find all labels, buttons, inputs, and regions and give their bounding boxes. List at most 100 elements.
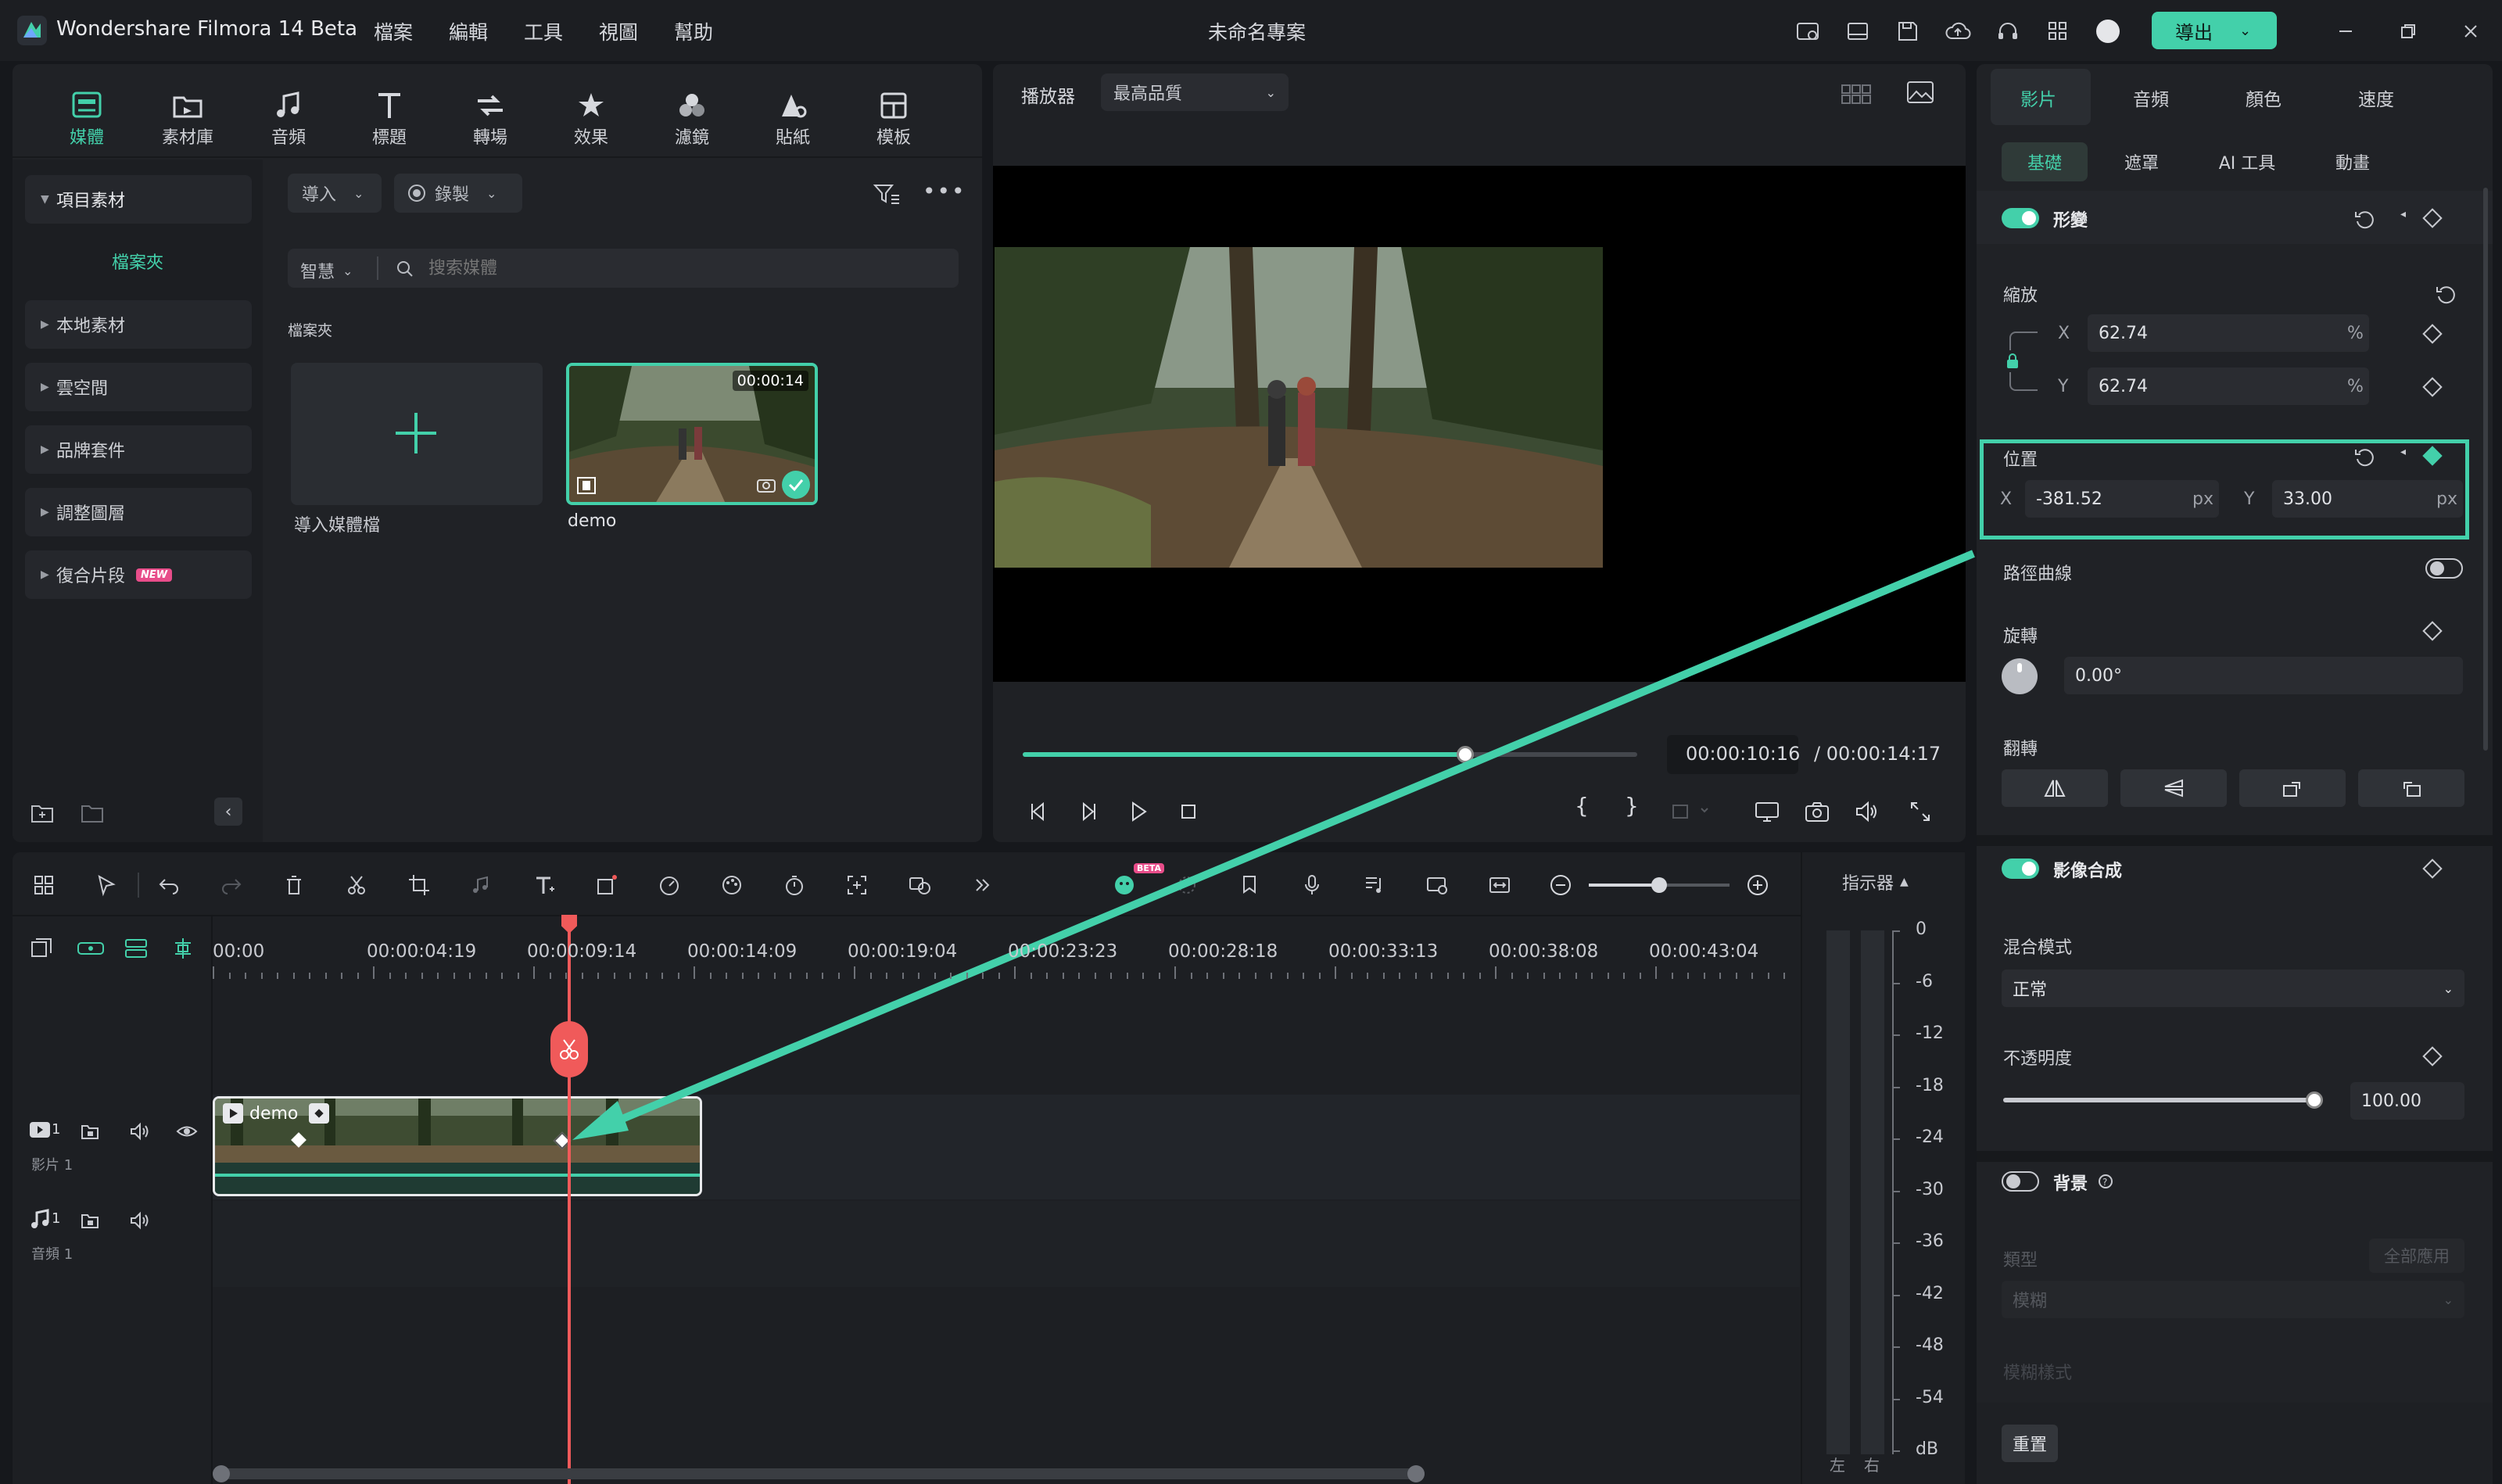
scrollbar-handle-right[interactable] (1407, 1465, 1425, 1482)
opacity-input[interactable]: 100.00 (2350, 1082, 2464, 1120)
delete-icon[interactable] (278, 869, 310, 901)
export-button[interactable]: 導出 ⌄ (2152, 12, 2277, 49)
folder-icon[interactable] (77, 798, 108, 829)
flip-horizontal-button[interactable] (2002, 769, 2108, 807)
split-scissors-icon[interactable] (550, 1021, 588, 1077)
filter-sort-icon[interactable] (871, 178, 902, 210)
background-type-dropdown[interactable]: 模糊 ⌄ (2002, 1281, 2464, 1318)
help-icon[interactable]: ? (2097, 1173, 2114, 1190)
import-dropdown[interactable]: 導入 ⌄ (288, 174, 382, 213)
position-x-input[interactable]: -381.52 (2025, 480, 2219, 518)
sidebar-item-adjustment-layer[interactable]: ▶ 調整圖層 (25, 488, 252, 536)
quality-dropdown[interactable]: 最高品質 ⌄ (1101, 73, 1289, 111)
render-icon[interactable] (1171, 869, 1203, 901)
rotate-counterclockwise-button[interactable] (2358, 769, 2464, 807)
tab-color[interactable]: 顏色 (2246, 84, 2282, 111)
sidebar-item-local[interactable]: ▶ 本地素材 (25, 300, 252, 349)
media-thumbnail-demo[interactable]: 00:00:14 (566, 363, 818, 505)
previous-frame-icon[interactable] (1023, 796, 1054, 827)
minimize-icon[interactable] (2330, 16, 2361, 47)
more-tools-icon[interactable] (966, 869, 998, 901)
track-layout-icon[interactable] (122, 935, 150, 962)
rotate-clockwise-button[interactable] (2239, 769, 2346, 807)
audio-edit-icon[interactable] (466, 869, 497, 901)
sidebar-item-folder[interactable]: 檔案夾 (13, 249, 263, 274)
position-y-input[interactable]: 33.00 (2272, 480, 2463, 518)
lock-icon[interactable] (2003, 350, 2022, 372)
display-settings-icon[interactable] (1751, 796, 1783, 827)
reset-icon[interactable] (2350, 205, 2378, 233)
timeline-scrollbar[interactable] (213, 1468, 1425, 1479)
text-tool-icon[interactable] (529, 869, 560, 901)
keyboard-icon[interactable] (1792, 16, 1823, 47)
tab-transitions[interactable]: 轉場 (447, 88, 533, 149)
folder-lock-icon[interactable] (78, 1120, 102, 1143)
tab-stickers[interactable]: 貼紙 (750, 88, 836, 149)
headset-support-icon[interactable] (1992, 16, 2023, 47)
apps-grid-icon[interactable] (2042, 16, 2074, 47)
undo-icon[interactable] (153, 869, 185, 901)
play-icon[interactable] (1123, 796, 1154, 827)
menu-file[interactable]: 檔案 (374, 17, 413, 45)
properties-scrollbar[interactable] (2483, 188, 2488, 751)
scrollbar-handle-left[interactable] (213, 1465, 230, 1482)
path-curve-toggle[interactable] (2425, 558, 2463, 579)
sidebar-item-cloud[interactable]: ▶ 雲空間 (25, 363, 252, 411)
subtab-basic[interactable]: 基礎 (2002, 142, 2088, 181)
motion-track-icon[interactable] (841, 869, 873, 901)
save-icon[interactable] (1892, 16, 1923, 47)
grid-view-icon[interactable] (1841, 80, 1872, 108)
rotate-dial[interactable] (2002, 658, 2038, 694)
video-clip-demo[interactable]: demo (213, 1096, 702, 1196)
avatar[interactable] (2092, 16, 2124, 47)
record-dropdown[interactable]: 錄製 ⌄ (394, 174, 522, 213)
link-icon[interactable] (75, 935, 106, 962)
blend-mode-dropdown[interactable]: 正常 ⌄ (2002, 970, 2464, 1007)
import-media-tile[interactable] (291, 363, 543, 505)
tab-library[interactable]: 素材庫 (145, 88, 231, 149)
volume-icon[interactable] (1851, 796, 1883, 827)
stop-icon[interactable] (1173, 796, 1204, 827)
scissors-icon[interactable] (341, 869, 372, 901)
transform-toggle[interactable] (2002, 208, 2039, 228)
more-options-icon[interactable]: ••• (923, 178, 966, 204)
snap-icon[interactable] (169, 935, 197, 962)
scale-y-input[interactable]: 62.74 (2088, 367, 2369, 405)
marker-icon[interactable] (1234, 869, 1265, 901)
ai-translate-icon[interactable] (904, 869, 935, 901)
close-icon[interactable] (2455, 16, 2486, 47)
pointer-icon[interactable] (91, 869, 122, 901)
add-track-icon[interactable] (28, 935, 55, 962)
reset-icon[interactable] (2432, 280, 2460, 308)
subtab-ai-tools[interactable]: AI 工具 (2196, 142, 2299, 181)
zoom-in-icon[interactable] (1744, 871, 1772, 899)
color-palette-icon[interactable] (716, 869, 747, 901)
apply-all-button[interactable]: 全部應用 (2369, 1238, 2464, 1273)
tab-filters[interactable]: 濾鏡 (649, 88, 735, 149)
eye-icon[interactable] (175, 1120, 199, 1143)
rotate-input[interactable]: 0.00° (2064, 657, 2463, 694)
playback-progress-handle[interactable] (1456, 746, 1474, 763)
image-snapshot-icon[interactable] (1905, 78, 1936, 106)
audio-track-lane[interactable] (213, 1201, 1800, 1287)
collapse-sidebar-icon[interactable]: ‹ (214, 798, 242, 826)
shape-tool-icon[interactable] (591, 869, 622, 901)
crop-icon[interactable] (403, 869, 435, 901)
fullscreen-icon[interactable] (1905, 796, 1936, 827)
tab-audio-props[interactable]: 音頻 (2133, 84, 2169, 111)
tab-audio[interactable]: 音頻 (246, 88, 332, 149)
folder-lock-icon[interactable] (78, 1209, 102, 1232)
timer-icon[interactable] (779, 869, 810, 901)
next-frame-icon[interactable] (1073, 796, 1104, 827)
camera-snapshot-icon[interactable] (1801, 796, 1833, 827)
flip-vertical-button[interactable] (2120, 769, 2227, 807)
playhead-line[interactable] (568, 921, 571, 1484)
menu-help[interactable]: 幫助 (674, 17, 713, 45)
scale-x-input[interactable]: 62.74 (2088, 314, 2369, 352)
multi-select-icon[interactable] (28, 869, 59, 901)
mark-in-icon[interactable]: { (1575, 793, 1589, 819)
menu-view[interactable]: 視圖 (599, 17, 638, 45)
reset-icon[interactable] (2350, 443, 2378, 471)
search-input[interactable] (428, 255, 945, 281)
speed-icon[interactable] (654, 869, 685, 901)
